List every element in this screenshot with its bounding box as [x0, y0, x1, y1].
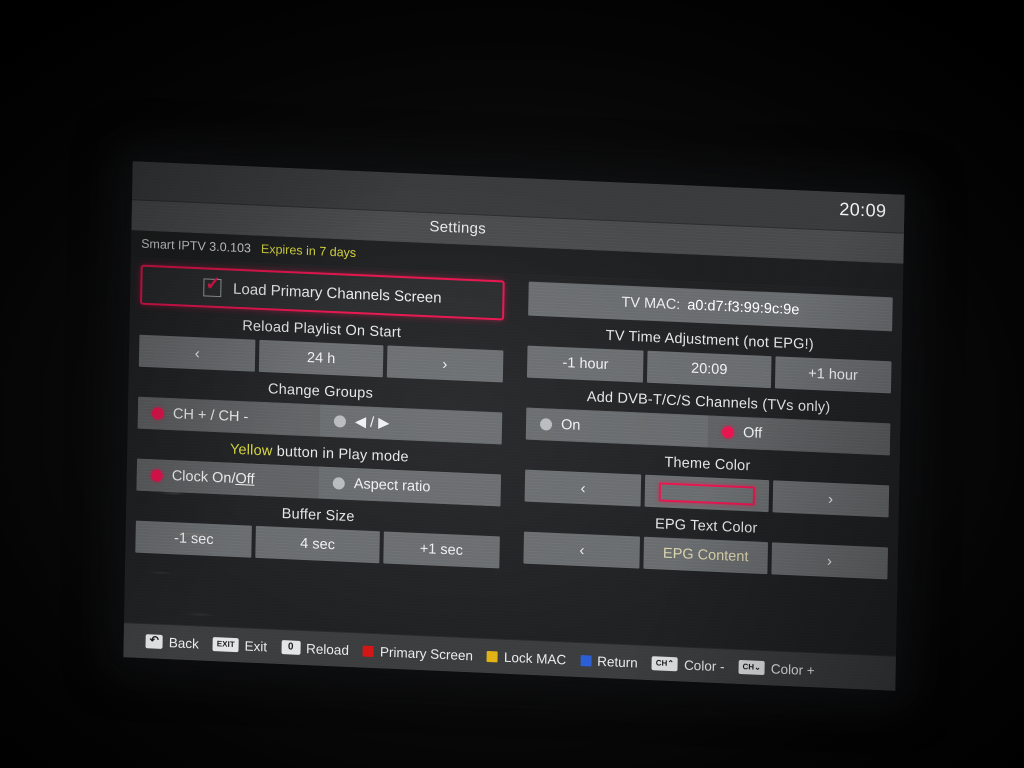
dvb-option-off[interactable]: Off: [707, 415, 891, 456]
radio-selected-icon: [151, 407, 165, 420]
key-legend-label: Reload: [305, 640, 350, 658]
change-groups-option-arrows[interactable]: ◀ / ▶: [319, 404, 503, 445]
tv-time-value[interactable]: 20:09: [647, 350, 772, 389]
load-primary-channels-screen-button[interactable]: ✓ Load Primary Channels Screen: [139, 264, 505, 321]
subscription-expiry-notice: Expires in 7 days: [260, 241, 357, 260]
reload-playlist-next-button[interactable]: ›: [386, 345, 504, 383]
change-groups-option-arrows-label: ◀ / ▶: [354, 414, 390, 432]
buffer-size-value[interactable]: 4 sec: [255, 525, 380, 564]
channel-down-key-icon: CH⌄: [738, 659, 765, 676]
key-legend-label: Color +: [770, 660, 815, 678]
blue-key-icon: [580, 654, 592, 667]
epg-text-color-next-button[interactable]: ›: [770, 542, 889, 580]
tv-mac-value: a0:d7:f3:99:9c:9e: [687, 297, 800, 319]
settings-left-column: ✓ Load Primary Channels Screen Reload Pl…: [134, 263, 505, 639]
key-legend-item[interactable]: Return: [580, 653, 638, 671]
yellow-button-option-clock[interactable]: Clock On/Off: [136, 458, 320, 499]
tv-perspective-wrapper: 20:09 Settings Smart IPTV 3.0.103 Expire…: [0, 0, 1024, 768]
red-key-icon: [362, 645, 375, 657]
yellow-key-icon: [486, 650, 499, 662]
channel-up-key-icon: CH⌃: [651, 656, 679, 672]
yellow-button-option-aspect[interactable]: Aspect ratio: [318, 466, 502, 507]
radio-unselected-icon: [539, 418, 553, 431]
change-groups-option-ch-label: CH + / CH -: [172, 406, 249, 426]
theme-color-prev-button[interactable]: ‹: [524, 469, 642, 507]
key-legend-label: Lock MAC: [503, 649, 567, 667]
key-legend-item[interactable]: CH⌃ Color -: [651, 656, 725, 674]
checkmark-icon: ✓: [205, 273, 222, 296]
radio-selected-icon: [721, 426, 735, 439]
key-legend-item[interactable]: Lock MAC: [486, 649, 567, 667]
key-legend-item[interactable]: Primary Screen: [362, 643, 474, 663]
key-legend-label: Exit: [244, 637, 268, 654]
yellow-button-label-highlight: Yellow: [229, 441, 273, 460]
tv-time-decrease-button[interactable]: -1 hour: [526, 345, 645, 383]
key-legend-label: Return: [597, 653, 638, 671]
dvb-option-on-label: On: [560, 417, 581, 434]
key-legend-item[interactable]: ↶ Back: [145, 634, 199, 651]
load-primary-channels-screen-label: Load Primary Channels Screen: [232, 280, 442, 307]
buffer-size-increase-button[interactable]: +1 sec: [382, 531, 500, 569]
epg-text-color-prev-button[interactable]: ‹: [523, 531, 641, 569]
yellow-button-label-rest: button in Play mode: [272, 443, 409, 466]
theme-color-next-button[interactable]: ›: [772, 480, 890, 518]
exit-key-icon: EXIT: [212, 637, 239, 653]
key-legend-label: Color -: [683, 657, 725, 674]
dvb-option-on[interactable]: On: [525, 407, 709, 448]
key-legend-item[interactable]: CH⌄ Color +: [738, 659, 815, 678]
dvb-option-off-label: Off: [742, 424, 763, 442]
tv-mac-row: TV MAC: a0:d7:f3:99:9c:9e: [528, 281, 893, 332]
theme-color-swatch: [659, 481, 755, 506]
radio-selected-icon: [150, 469, 163, 482]
yellow-button-option-clock-label: Clock On/Off: [171, 468, 255, 488]
settings-body: ✓ Load Primary Channels Screen Reload Pl…: [123, 256, 903, 656]
reload-playlist-value[interactable]: 24 h: [259, 339, 383, 378]
buffer-size-decrease-button[interactable]: -1 sec: [135, 520, 253, 558]
key-legend-label: Primary Screen: [379, 643, 474, 663]
radio-unselected-icon: [332, 477, 345, 490]
key-legend-label: Back: [168, 634, 199, 651]
tv-mac-label: TV MAC:: [621, 294, 681, 314]
return-arrow-key-icon: ↶: [145, 634, 163, 649]
epg-text-color-value[interactable]: EPG Content: [643, 536, 768, 575]
change-groups-option-ch[interactable]: CH + / CH -: [137, 396, 321, 437]
reload-playlist-prev-button[interactable]: ‹: [138, 334, 256, 372]
epg-text-color-sample: EPG Content: [662, 545, 749, 566]
radio-unselected-icon: [333, 415, 347, 428]
app-name-version: Smart IPTV 3.0.103: [141, 236, 252, 256]
key-legend-item[interactable]: 0 Reload: [281, 640, 349, 658]
checkbox-icon[interactable]: ✓: [202, 273, 221, 298]
theme-color-value[interactable]: [645, 474, 769, 513]
tv-screen: 20:09 Settings Smart IPTV 3.0.103 Expire…: [123, 161, 905, 691]
key-legend-item[interactable]: EXIT Exit: [212, 637, 268, 654]
tv-time-increase-button[interactable]: +1 hour: [774, 356, 892, 394]
clock: 20:09: [839, 198, 887, 222]
yellow-button-option-aspect-label: Aspect ratio: [353, 476, 431, 496]
zero-key-icon: 0: [281, 640, 301, 655]
settings-right-column: TV MAC: a0:d7:f3:99:9c:9e TV Time Adjust…: [522, 280, 893, 656]
